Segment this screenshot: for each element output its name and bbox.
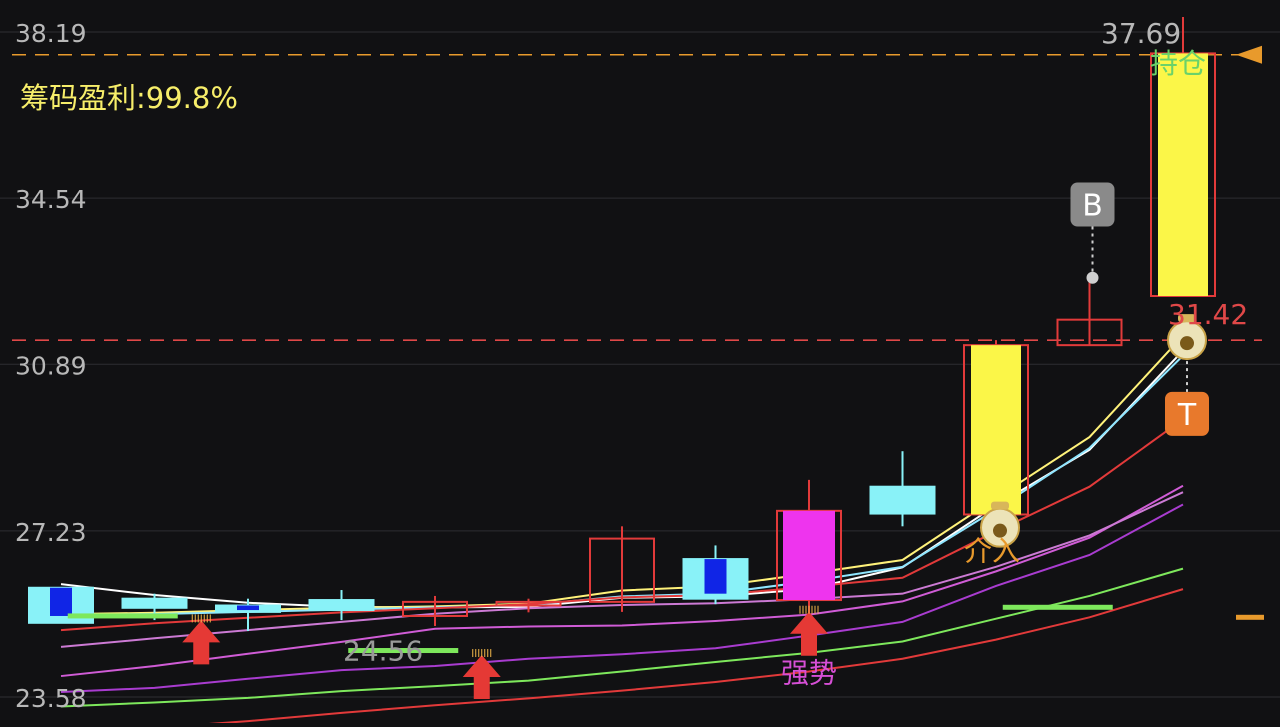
- y-tick-label: 30.89: [15, 351, 87, 380]
- y-tick-label: 23.58: [15, 684, 87, 713]
- chart-annotation: 持仓: [1150, 47, 1206, 80]
- stock-kline-chart: 筹码盈利:99.8% 38.19 34.54 30.89 27.23 23.58 37.6…: [0, 0, 1280, 727]
- candle-inner-body: [237, 605, 259, 611]
- moneybag-coin: [1180, 336, 1194, 351]
- reference-line-label: 37.69: [1101, 17, 1181, 50]
- reference-line-label: 31.42: [1168, 298, 1248, 331]
- reference-lines: [12, 45, 1264, 620]
- candle-inner-body: [704, 559, 727, 594]
- candle-body: [121, 597, 188, 609]
- signal-dot: [1086, 271, 1099, 284]
- chart-annotation: 介入: [964, 534, 1020, 567]
- price-pointer-icon: [1236, 45, 1262, 64]
- candle-inner-body: [50, 587, 72, 616]
- chart-svg: 筹码盈利:99.8% 38.19 34.54 30.89 27.23 23.58 37.6…: [0, 17, 1280, 727]
- signal-badge-label: B: [1082, 189, 1103, 224]
- chip-profit-label: 筹码盈利:99.8%: [20, 81, 238, 115]
- y-tick-label: 27.23: [15, 518, 87, 547]
- up-arrow-icon: [790, 611, 828, 656]
- y-tick-label: 38.19: [15, 19, 87, 48]
- candle-body: [308, 599, 375, 612]
- candle-body: [783, 510, 835, 601]
- y-tick-label: 34.54: [15, 185, 87, 214]
- chart-annotation: 24.56: [343, 634, 423, 667]
- price-tick-mark: [1236, 614, 1264, 620]
- candle-body: [869, 485, 936, 515]
- signal-badge-label: T: [1177, 398, 1197, 433]
- support-bar: [1002, 604, 1113, 610]
- moneybag-knot: [991, 501, 1009, 510]
- candle-body: [971, 345, 1021, 515]
- support-bar: [67, 613, 178, 619]
- chart-annotation: 强势: [781, 656, 837, 689]
- candle-body: [1158, 53, 1208, 296]
